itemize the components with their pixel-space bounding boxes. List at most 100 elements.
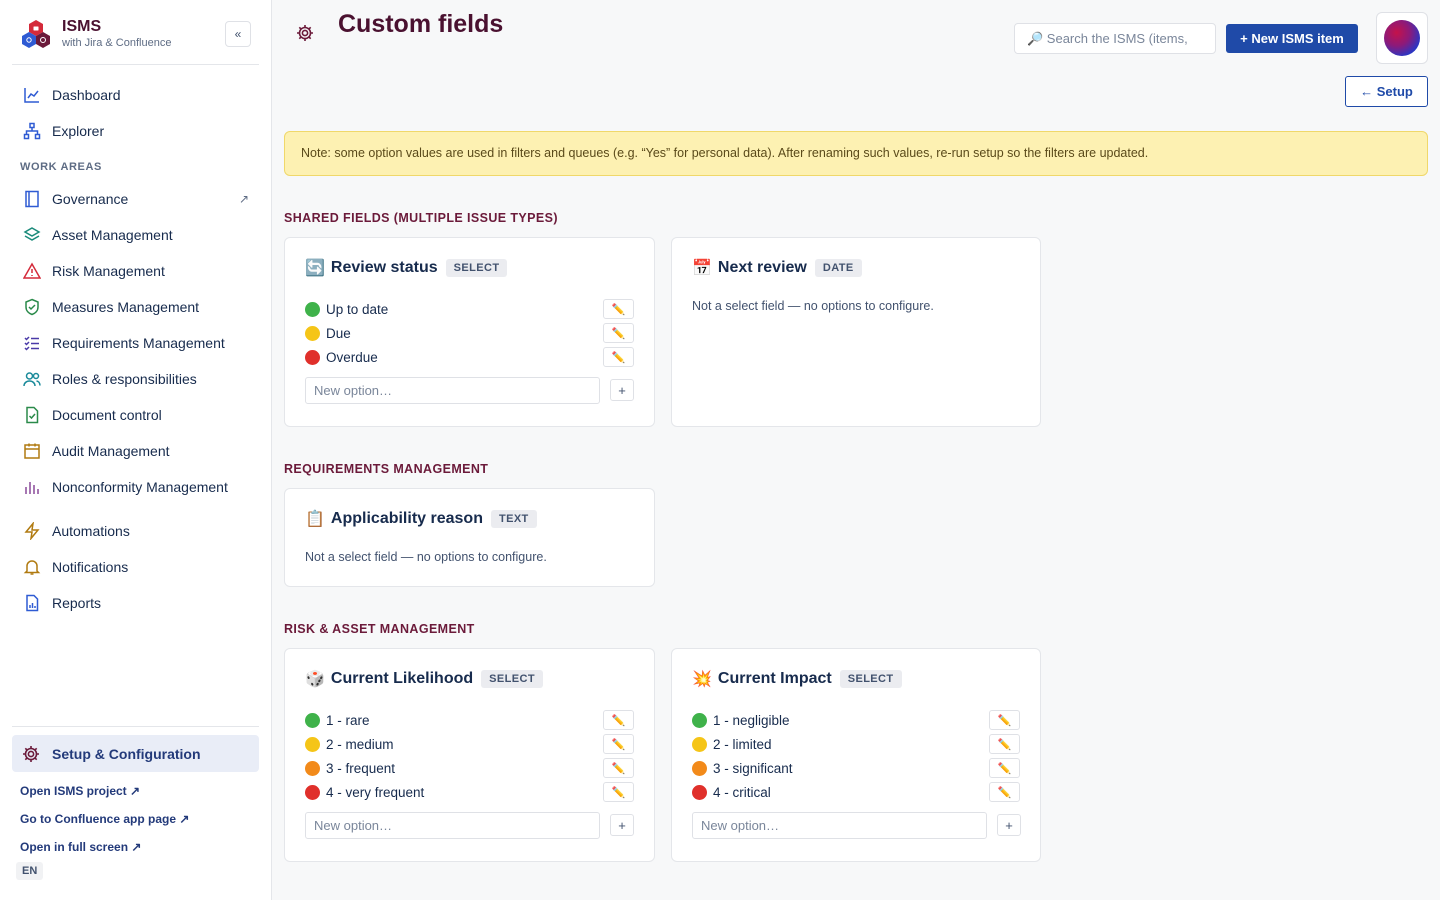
nav-item-risk-management[interactable]: Risk Management	[12, 255, 259, 287]
nav-label: Governance	[52, 191, 129, 207]
nav-label: Notifications	[52, 559, 129, 575]
nav-item-governance[interactable]: Governance ↗	[12, 183, 259, 215]
isms-logo-icon	[22, 20, 50, 48]
yellow-circle-icon	[305, 325, 320, 341]
edit-option-button[interactable]: ✏️	[603, 347, 634, 367]
sidebar: ISMS with Jira & Confluence « Dashboard …	[0, 0, 272, 900]
sidebar-divider	[12, 726, 259, 727]
avatar	[1384, 20, 1420, 56]
option-label: Overdue	[326, 349, 378, 365]
new-option-input[interactable]	[692, 812, 987, 839]
edit-option-button[interactable]: ✏️	[989, 710, 1020, 730]
edit-option-button[interactable]: ✏️	[603, 734, 634, 754]
search-input[interactable]	[1014, 23, 1216, 54]
option-label: 2 - limited	[713, 736, 772, 752]
red-circle-icon	[692, 784, 707, 800]
document-check-icon	[22, 405, 42, 425]
edit-option-button[interactable]: ✏️	[603, 782, 634, 802]
yellow-circle-icon	[305, 736, 320, 752]
open-isms-project-link[interactable]: Open ISMS project ↗	[20, 784, 140, 798]
option-label: Up to date	[326, 301, 389, 317]
nav-label: Automations	[52, 523, 130, 539]
nav-item-document-control[interactable]: Document control	[12, 399, 259, 431]
edit-option-button[interactable]: ✏️	[603, 758, 634, 778]
orange-circle-icon	[305, 760, 320, 776]
clipboard-icon: 📋	[305, 511, 325, 528]
nav-item-explorer[interactable]: Explorer	[12, 115, 259, 147]
option-row: Overdue ✏️	[305, 347, 634, 367]
edit-option-button[interactable]: ✏️	[989, 734, 1020, 754]
new-option-input[interactable]	[305, 812, 600, 839]
field-type-badge: TEXT	[490, 510, 537, 528]
language-switcher[interactable]: EN	[16, 862, 44, 880]
nav-item-dashboard[interactable]: Dashboard	[12, 79, 259, 111]
nav-item-requirements-management[interactable]: Requirements Management	[12, 327, 259, 359]
collapse-sidebar-button[interactable]: «	[225, 21, 251, 47]
external-link-icon: ↗	[238, 192, 249, 206]
nav-label: Requirements Management	[52, 335, 225, 351]
open-full-screen-link[interactable]: Open in full screen ↗	[20, 840, 141, 854]
field-title: Applicability reason	[330, 510, 483, 527]
nav-item-reports[interactable]: Reports	[12, 587, 259, 619]
pencil-icon: ✏️	[611, 714, 626, 727]
option-row: 1 - rare ✏️	[305, 710, 634, 730]
field-card-next-review: 📅 Next review DATE Not a select field — …	[671, 237, 1041, 427]
nav-label: Document control	[52, 407, 162, 423]
edit-option-button[interactable]: ✏️	[989, 782, 1020, 802]
pencil-icon: ✏️	[611, 738, 626, 751]
add-option-button[interactable]: +	[610, 814, 634, 836]
nav-label: Explorer	[52, 123, 105, 139]
nav-item-nonconformity-management[interactable]: Nonconformity Management	[12, 471, 259, 503]
new-option-input[interactable]	[305, 377, 600, 404]
option-row: 1 - negligible ✏️	[692, 710, 1020, 730]
option-label: 1 - negligible	[713, 712, 790, 728]
bar-chart-icon	[22, 477, 42, 497]
chart-line-icon	[22, 85, 42, 105]
green-circle-icon	[305, 301, 320, 317]
hierarchy-icon	[22, 121, 42, 141]
pencil-icon: ✏️	[611, 786, 626, 799]
user-avatar-button[interactable]	[1376, 12, 1428, 64]
edit-option-button[interactable]: ✏️	[989, 758, 1020, 778]
card-header: 📅 Next review DATE	[692, 258, 862, 278]
nav-item-roles-responsibilities[interactable]: Roles & responsibilities	[12, 363, 259, 395]
nav-item-measures-management[interactable]: Measures Management	[12, 291, 259, 323]
report-icon	[22, 593, 42, 613]
option-row: 4 - critical ✏️	[692, 782, 1020, 802]
nav-label: Setup & Configuration	[52, 745, 201, 762]
gear-icon	[23, 745, 39, 762]
calendar-icon	[22, 441, 42, 461]
nav-item-setup-configuration[interactable]: Setup & Configuration	[12, 735, 259, 772]
option-label: Due	[326, 325, 351, 341]
calendar-icon: 📅	[692, 260, 712, 277]
option-row: 3 - frequent ✏️	[305, 758, 634, 778]
red-circle-icon	[305, 784, 320, 800]
back-to-setup-button[interactable]: ← Setup	[1345, 76, 1428, 107]
edit-option-button[interactable]: ✏️	[603, 323, 634, 343]
edit-option-button[interactable]: ✏️	[603, 299, 634, 319]
red-circle-icon	[305, 349, 320, 365]
option-row: 3 - significant ✏️	[692, 758, 1020, 778]
no-options-note: Not a select field — no options to confi…	[692, 299, 934, 313]
option-label: 4 - very frequent	[326, 784, 425, 800]
nav-item-automations[interactable]: Automations	[12, 515, 259, 547]
option-row: Up to date ✏️	[305, 299, 634, 319]
nav-item-notifications[interactable]: Notifications	[12, 551, 259, 583]
pencil-icon: ✏️	[611, 327, 626, 340]
app-subtitle: with Jira & Confluence	[62, 37, 172, 49]
orange-circle-icon	[692, 760, 707, 776]
nav-label: Measures Management	[52, 299, 200, 315]
users-icon	[22, 369, 42, 389]
nav-item-audit-management[interactable]: Audit Management	[12, 435, 259, 467]
pencil-icon: ✏️	[997, 714, 1012, 727]
lightning-icon	[22, 521, 42, 541]
new-isms-item-button[interactable]: + New ISMS item	[1226, 24, 1358, 53]
add-option-button[interactable]: +	[610, 379, 634, 401]
nav-label: Dashboard	[52, 87, 121, 103]
pencil-icon: ✏️	[997, 738, 1012, 751]
edit-option-button[interactable]: ✏️	[603, 710, 634, 730]
option-label: 1 - rare	[326, 712, 370, 728]
confluence-app-page-link[interactable]: Go to Confluence app page ↗	[20, 812, 189, 826]
add-option-button[interactable]: +	[997, 814, 1021, 836]
nav-item-asset-management[interactable]: Asset Management	[12, 219, 259, 251]
